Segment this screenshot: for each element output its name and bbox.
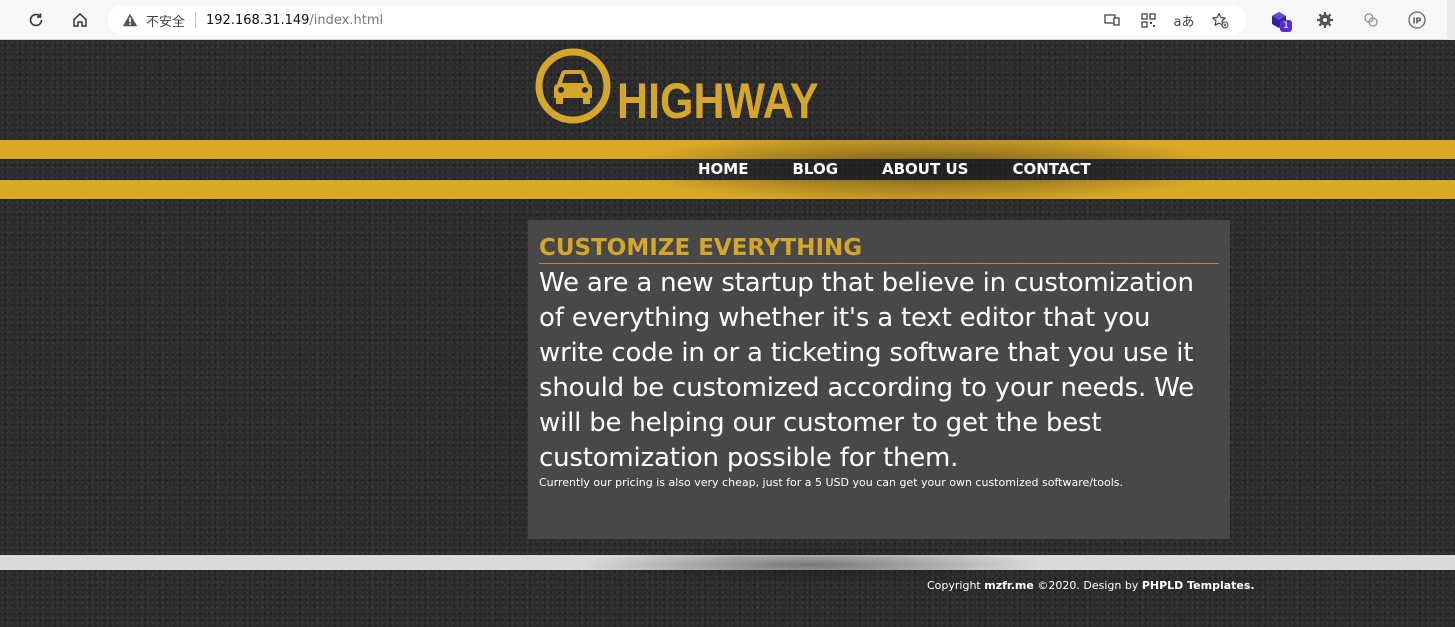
extensions-area: 1 IP <box>1256 0 1455 40</box>
insecure-label[interactable]: 不安全 <box>146 11 185 30</box>
content-lead-paragraph: We are a new startup that believe in cus… <box>539 268 1194 473</box>
extension-gear-icon[interactable] <box>1302 0 1348 40</box>
address-bar[interactable]: 不安全 192.168.31.149/index.html aあ <box>108 5 1246 35</box>
extension-ip-icon[interactable]: IP <box>1394 0 1440 40</box>
copyright-prefix: Copyright <box>927 579 985 592</box>
logo-text: HIGHWAY <box>617 73 819 129</box>
footer-copyright: Copyright mzfr.me ©2020. Design by PHPLD… <box>927 579 1255 593</box>
extension-badge: 1 <box>1280 20 1292 32</box>
car-logo-icon <box>535 48 611 124</box>
browser-toolbar: 不安全 192.168.31.149/index.html aあ 1 IP <box>0 0 1455 40</box>
nav-home-link[interactable]: HOME <box>698 159 748 180</box>
extension-rings-icon[interactable] <box>1348 0 1394 40</box>
web-page: HIGHWAY HOME BLOG ABOUT US CONTACT CUSTO… <box>0 40 1455 627</box>
favorite-star-icon[interactable] <box>1202 5 1238 35</box>
app-available-icon[interactable] <box>1094 5 1130 35</box>
url-text[interactable]: 192.168.31.149/index.html <box>206 13 383 28</box>
url-path: /index.html <box>309 12 384 28</box>
copyright-owner[interactable]: mzfr.me <box>984 579 1034 592</box>
qr-code-icon[interactable] <box>1130 5 1166 35</box>
svg-text:IP: IP <box>1413 17 1422 26</box>
main-navigation: HOME BLOG ABOUT US CONTACT <box>676 159 1113 180</box>
address-divider <box>195 12 197 28</box>
designer-link[interactable]: PHPLD Templates. <box>1142 579 1255 592</box>
extension-cube-icon[interactable]: 1 <box>1256 0 1302 40</box>
content-panel: CUSTOMIZE EVERYTHING We are a new startu… <box>528 220 1230 539</box>
site-logo[interactable]: HIGHWAY <box>535 46 851 128</box>
url-host: 192.168.31.149 <box>206 12 310 28</box>
address-bar-actions: aあ <box>1094 5 1238 35</box>
pricing-note: Currently our pricing is also very cheap… <box>539 476 1124 489</box>
content-title: CUSTOMIZE EVERYTHING <box>539 234 1219 264</box>
road-stripe-bottom <box>0 180 1455 199</box>
warning-icon[interactable] <box>122 13 138 27</box>
nav-contact-link[interactable]: CONTACT <box>1012 159 1090 180</box>
nav-about-link[interactable]: ABOUT US <box>882 159 968 180</box>
read-aloud-icon[interactable]: aあ <box>1166 5 1202 35</box>
reload-icon[interactable] <box>22 6 50 34</box>
nav-blog-link[interactable]: BLOG <box>792 159 838 180</box>
home-icon[interactable] <box>66 6 94 34</box>
copyright-middle: ©2020. Design by <box>1033 579 1142 592</box>
window-edge <box>1447 0 1455 40</box>
road-stripe-top <box>0 140 1455 159</box>
